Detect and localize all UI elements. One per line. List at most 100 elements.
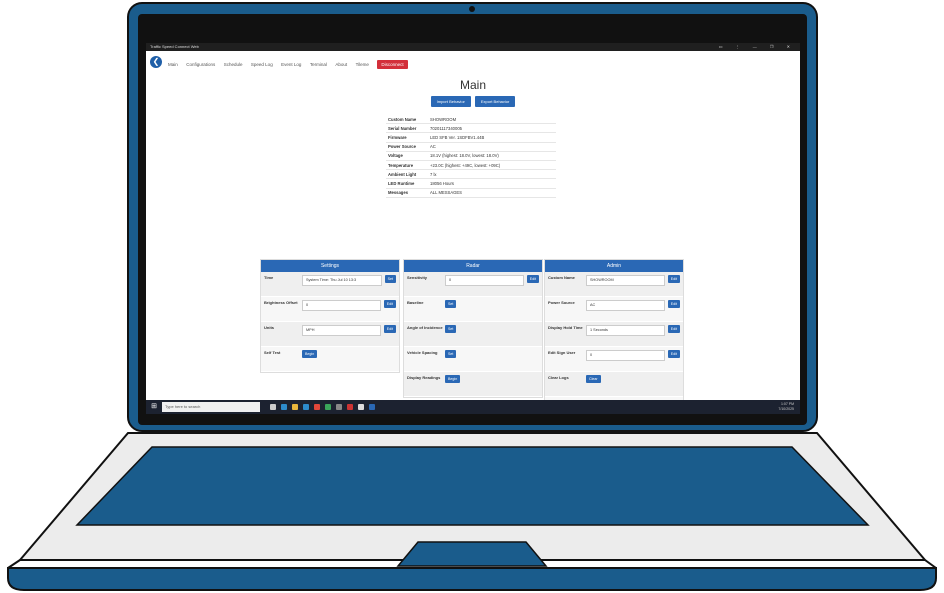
edit-sensitivity-button[interactable]: Edit	[526, 275, 539, 283]
page-title: Main	[459, 78, 486, 92]
system-tray-clock[interactable]: 1:07 PM 7/10/2025	[778, 402, 794, 412]
window-title: Traffic Speed Connect Web	[150, 44, 199, 49]
row-label: Edit Sign User	[548, 350, 576, 355]
edit-brightness-button[interactable]: Edit	[383, 300, 396, 308]
edit-sign-user-button[interactable]: Edit	[667, 350, 680, 358]
edit-hold-time-button[interactable]: Edit	[667, 325, 680, 333]
table-row: Messages ALL MESSAGES	[386, 188, 556, 198]
window-controls[interactable]: ▭ ⋮ — ❐ ✕	[719, 43, 796, 51]
nav-main[interactable]: Main	[168, 62, 178, 67]
window-control-1[interactable]: ▭	[719, 44, 729, 49]
row-label: Clear Logs	[548, 375, 569, 380]
info-value: 70201117340005	[428, 123, 556, 134]
nav-schedule[interactable]: Schedule	[224, 62, 243, 67]
traffic-app-icon[interactable]	[369, 404, 375, 410]
close-button[interactable]: ✕	[787, 44, 796, 49]
set-baseline-button[interactable]: Set	[445, 300, 457, 308]
laptop-screen: Traffic Speed Connect Web ▭ ⋮ — ❐ ✕ ❮ Ma…	[146, 43, 800, 414]
chrome-icon[interactable]	[314, 404, 320, 410]
power-source-field[interactable]: AC	[586, 300, 665, 311]
set-angle-button[interactable]: Set	[445, 325, 457, 333]
table-row: LED Runtime 18056 Hours	[386, 178, 556, 189]
row-label: Custom Name	[548, 275, 575, 280]
radar-row-angle: Angle of Incidence Set	[404, 322, 542, 347]
info-value: 18.1V (highest: 18.0V, lowest: 18.0V)	[428, 151, 556, 161]
info-value: 18056 Hours	[428, 178, 556, 189]
hold-time-field[interactable]: 1 Seconds	[586, 325, 665, 336]
table-row: Power Source AC	[386, 142, 556, 152]
app-icon[interactable]	[325, 404, 331, 410]
row-label: Display Readings	[407, 375, 441, 380]
nav-event-log[interactable]: Event Log	[281, 62, 301, 67]
row-label: Units	[264, 325, 274, 330]
clear-logs-button[interactable]: Clear	[586, 375, 601, 383]
info-key: Temperature	[386, 160, 428, 171]
info-value: AC	[428, 142, 556, 152]
store-icon[interactable]	[303, 404, 309, 410]
import-behavior-button[interactable]: Import Behavior	[430, 96, 471, 107]
app-navbar: ❮ Main Configurations Schedule Speed Log…	[146, 51, 800, 74]
row-label: Power Source	[548, 300, 575, 305]
nav-tileme[interactable]: Tileme	[356, 62, 369, 67]
nav-about[interactable]: About	[335, 62, 347, 67]
admin-row-sign-user: Edit Sign User 0 Edit	[545, 347, 683, 372]
row-label: Brightness Offset	[264, 300, 298, 305]
nav-terminal[interactable]: Terminal	[310, 62, 327, 67]
row-label: Baseline	[407, 300, 424, 305]
table-row: Firmware LED SFB Ver. 1SDFBV1.44B	[386, 132, 556, 143]
minimize-button[interactable]: —	[753, 44, 763, 49]
row-label: Time	[264, 275, 274, 280]
info-key: Serial Number	[386, 123, 428, 134]
app-icon[interactable]	[336, 404, 342, 410]
info-value: ALL MESSAGES	[428, 188, 556, 198]
brightness-offset-field[interactable]: 0	[302, 300, 381, 311]
admin-row-hold-time: Display Hold Time 1 Seconds Edit	[545, 322, 683, 347]
time-field[interactable]: System Time: Thu Jul 10 13:3	[302, 275, 382, 286]
sensitivity-field[interactable]: 0	[445, 275, 524, 286]
begin-self-test-button[interactable]: Begin	[302, 350, 318, 358]
row-label: Angle of Incidence	[407, 325, 443, 330]
edit-units-button[interactable]: Edit	[383, 325, 396, 333]
table-row: Serial Number 70201117340005	[386, 123, 556, 134]
taskbar-search-input[interactable]: Type here to search	[162, 402, 260, 412]
maximize-button[interactable]: ❐	[770, 44, 780, 49]
radar-row-sensitivity: Sensitivity 0 Edit	[404, 272, 542, 297]
set-time-button[interactable]: Set	[384, 275, 396, 283]
disconnect-button[interactable]: Disconnect	[377, 60, 408, 69]
nav-configurations[interactable]: Configurations	[186, 62, 215, 67]
file-explorer-icon[interactable]	[292, 404, 298, 410]
radar-panel: Radar Sensitivity 0 Edit Baseline Set An…	[403, 259, 543, 398]
info-value: 7 lx	[428, 169, 556, 180]
export-behavior-button[interactable]: Export Behavior	[474, 96, 516, 107]
edit-custom-name-button[interactable]: Edit	[667, 275, 680, 283]
device-info-table: Custom Name SHOWROOM Serial Number 7020111…	[386, 115, 556, 198]
info-value: LED SFB Ver. 1SDFBV1.44B	[428, 132, 556, 143]
taskbar-apps	[270, 404, 375, 410]
sign-user-select[interactable]: 0	[586, 350, 665, 361]
edit-power-source-button[interactable]: Edit	[667, 300, 680, 308]
info-key: Firmware	[386, 132, 428, 143]
windows-start-icon[interactable]: ⊞	[149, 402, 159, 412]
window-control-2[interactable]: ⋮	[736, 44, 746, 49]
radar-row-baseline: Baseline Set	[404, 297, 542, 322]
info-key: Power Source	[386, 142, 428, 152]
table-row: Custom Name SHOWROOM	[386, 115, 556, 125]
acrobat-icon[interactable]	[347, 404, 353, 410]
settings-panel: Settings Time System Time: Thu Jul 10 13…	[260, 259, 400, 373]
admin-header: Admin	[545, 260, 683, 272]
behavior-buttons: Import Behavior Export Behavior	[146, 96, 800, 107]
app-icon[interactable]	[358, 404, 364, 410]
task-view-icon[interactable]	[270, 404, 276, 410]
main-content: Main Import Behavior Export Behavior Cus…	[146, 73, 800, 414]
app-logo-icon: ❮	[150, 56, 162, 68]
settings-row-brightness: Brightness Offset 0 Edit	[261, 297, 399, 322]
begin-readings-button[interactable]: Begin	[445, 375, 461, 383]
laptop-illustration: Traffic Speed Connect Web ▭ ⋮ — ❐ ✕ ❮ Ma…	[0, 0, 944, 593]
set-spacing-button[interactable]: Set	[445, 350, 457, 358]
info-value: +23.0C (highest: +49C, lowest: +09C)	[428, 160, 556, 171]
nav-speed-log[interactable]: Speed Log	[251, 62, 273, 67]
edge-icon[interactable]	[281, 404, 287, 410]
units-field[interactable]: MPH	[302, 325, 381, 336]
settings-row-units: Units MPH Edit	[261, 322, 399, 347]
custom-name-field[interactable]: SHOWROOM	[586, 275, 665, 286]
